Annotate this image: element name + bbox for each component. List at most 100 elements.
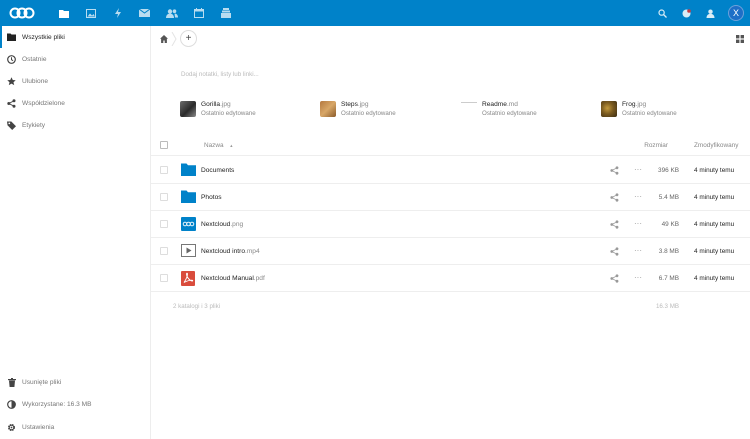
sidebar-item-label: Współdzielone [22,99,65,107]
file-modified: 4 minuty temu [694,221,735,228]
file-size: 5.4 MB [658,194,679,201]
recent-file-name: Gorilla [201,101,221,108]
file-name[interactable]: Documents [201,167,234,174]
recent-file-subtitle: Ostatnio edytowane [201,110,256,117]
share-icon [7,98,16,108]
recent-file-steps[interactable]: Steps.jpg Ostatnio edytowane [320,97,396,121]
row-checkbox[interactable] [160,247,168,255]
modified-column-header[interactable]: Zmodyfikowany [694,142,738,149]
row-checkbox[interactable] [160,193,168,201]
nextcloud-image-icon [181,217,196,231]
table-row[interactable]: Photos ··· 5.4 MB 4 minuty temu [151,184,750,211]
file-modified: 4 minuty temu [694,167,735,174]
file-name-text: Nextcloud Manual [201,275,254,282]
file-size: 6.7 MB [658,275,679,282]
recent-file-subtitle: Ostatnio edytowane [622,110,677,117]
nextcloud-logo[interactable] [8,0,38,26]
size-column-header[interactable]: Rozmiar [644,142,668,149]
file-list-header: Nazwa ▲ Rozmiar Zmodyfikowany [151,134,750,156]
sidebar-item-label: Usunięte pliki [22,378,62,386]
file-name-text: Photos [201,194,222,201]
notifications-icon[interactable] [674,0,698,26]
sidebar-item-tags[interactable]: Etykiety [0,114,150,136]
contacts-icon[interactable] [158,0,185,26]
home-icon[interactable] [157,32,171,46]
more-actions-icon[interactable]: ··· [634,246,642,255]
table-row[interactable]: Nextcloud.png ··· 49 KB 4 minuty temu [151,211,750,238]
table-row[interactable]: Nextcloud intro.mp4 ··· 3.8 MB 4 minuty … [151,238,750,265]
file-ext: .mp4 [244,248,260,255]
table-row[interactable]: Nextcloud Manual.pdf ··· 6.7 MB 4 minuty… [151,265,750,292]
sidebar-item-label: Ulubione [22,77,49,85]
sidebar-item-shared[interactable]: Współdzielone [0,92,150,114]
contacts-menu-icon[interactable] [698,0,722,26]
select-all-checkbox[interactable] [160,141,168,149]
file-modified: 4 minuty temu [694,248,735,255]
file-name[interactable]: Photos [201,194,222,201]
header-right: X [650,0,750,26]
share-icon[interactable] [610,220,619,229]
image-thumbnail [320,101,336,117]
row-checkbox[interactable] [160,166,168,174]
more-actions-icon[interactable]: ··· [634,192,642,201]
file-name[interactable]: Nextcloud intro.mp4 [201,248,260,255]
files-icon[interactable] [50,0,77,26]
recent-file-name: Readme [482,101,507,108]
file-summary-size: 16.3 MB [655,303,679,310]
file-name-text: Nextcloud intro [201,248,245,255]
more-actions-icon[interactable]: ··· [634,165,642,174]
recent-file-name: Steps [341,101,358,108]
sidebar-item-deleted-files[interactable]: Usunięte pliki [0,371,150,393]
folder-notes-input[interactable]: Dodaj notatki, listy lub linki... [181,71,259,78]
more-actions-icon[interactable]: ··· [634,273,642,282]
file-name-text: Documents [201,167,235,174]
grid-view-icon[interactable] [736,35,744,43]
recent-file-ext: .md [506,101,518,108]
search-icon[interactable] [650,0,674,26]
share-icon[interactable] [610,166,619,175]
clock-icon [7,54,16,64]
mail-icon[interactable] [131,0,158,26]
share-icon[interactable] [610,274,619,283]
recent-file-frog[interactable]: Frog.jpg Ostatnio edytowane [601,97,677,121]
recent-file-ext: .jpg [220,101,231,108]
user-avatar[interactable]: X [728,5,744,21]
star-icon [7,76,16,86]
recent-file-subtitle: Ostatnio edytowane [482,110,537,117]
more-actions-icon[interactable]: ··· [634,219,642,228]
sidebar-quota[interactable]: Wykorzystane: 16.3 MB [0,393,150,415]
gear-icon [7,423,16,432]
recent-file-ext: .jpg [635,101,647,108]
file-name[interactable]: Nextcloud.png [201,221,243,228]
app-navigation: Wszystkie pliki Ostatnie Ulubione Współd… [0,26,151,439]
file-modified: 4 minuty temu [694,194,735,201]
file-summary: 2 katalogi i 3 pliki [173,303,221,310]
app-content: + Dodaj notatki, listy lub linki... Gori… [151,26,750,439]
activity-icon[interactable] [104,0,131,26]
name-column-header[interactable]: Nazwa ▲ [204,142,233,149]
new-file-button[interactable]: + [180,30,197,47]
sidebar-item-label: Wykorzystane: 16.3 MB [22,400,92,408]
file-name[interactable]: Nextcloud Manual.pdf [201,275,265,282]
file-name-text: Nextcloud [201,221,231,228]
deck-icon[interactable] [212,0,239,26]
sidebar-item-recent[interactable]: Ostatnie [0,48,150,70]
share-icon[interactable] [610,247,619,256]
recent-files: Gorilla.jpg Ostatnio edytowane Steps.jpg… [180,97,740,121]
share-icon[interactable] [610,193,619,202]
tag-icon [7,121,16,130]
photos-icon[interactable] [77,0,104,26]
calendar-icon[interactable] [185,0,212,26]
folder-icon [181,190,196,204]
sidebar-item-all-files[interactable]: Wszystkie pliki [0,26,150,48]
table-row[interactable]: Documents ··· 396 KB 4 minuty temu [151,157,750,184]
recent-file-gorilla[interactable]: Gorilla.jpg Ostatnio edytowane [180,97,256,121]
row-checkbox[interactable] [160,274,168,282]
sort-indicator-icon: ▲ [229,143,234,148]
row-checkbox[interactable] [160,220,168,228]
recent-file-readme[interactable]: Readme.md Ostatnio edytowane [461,97,537,121]
file-modified: 4 minuty temu [694,275,735,282]
recent-file-ext: .jpg [357,101,369,108]
sidebar-item-settings[interactable]: Ustawienia [0,416,150,438]
sidebar-item-favorites[interactable]: Ulubione [0,70,150,92]
